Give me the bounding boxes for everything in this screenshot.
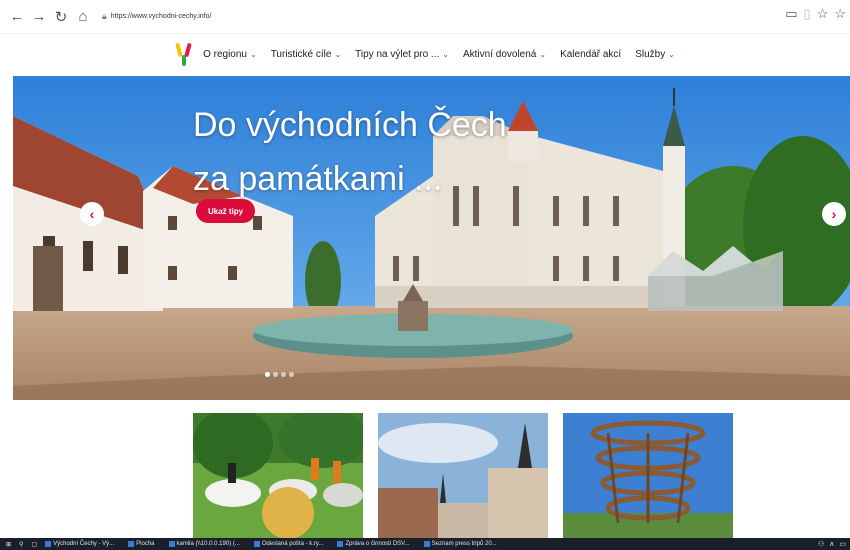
search-icon[interactable]: ⚲: [19, 541, 23, 548]
taskbar-item[interactable]: kamila (\\10.0.0.190) (...: [168, 541, 240, 547]
slider-dot[interactable]: [281, 372, 286, 377]
os-taskbar: ⊞ ⚲ ▢ Východní Čechy - Vý... Plocha kamila…: [0, 538, 850, 550]
home-button[interactable]: ⌂: [72, 6, 94, 28]
hero-slider: Do východních Čech za památkami ... Ukaž…: [13, 76, 850, 400]
refresh-icon: ↻: [54, 8, 68, 26]
arrow-left-icon: ←: [9, 8, 25, 25]
site-logo[interactable]: [175, 41, 193, 67]
app-icon: [168, 541, 175, 547]
nav-item-3[interactable]: Aktivní dovolená ⌄: [463, 49, 546, 60]
hero-title-line2: za památkami ...: [193, 160, 443, 198]
app-icon: [337, 541, 344, 547]
taskbar-item-label: kamila (\\10.0.0.190) (...: [176, 541, 240, 547]
back-button[interactable]: ←: [6, 6, 28, 28]
taskbar-item-label: Odeslaná pošta - k.ry...: [261, 541, 324, 547]
app-icon: [253, 541, 260, 547]
taskbar-item[interactable]: Plocha: [128, 541, 155, 547]
split-view-icon[interactable]: ▯: [804, 6, 811, 22]
taskbar-item[interactable]: Seznam press tripů 20...: [423, 541, 497, 547]
refresh-button[interactable]: ↻: [50, 6, 72, 28]
nav-item-label: Tipy na výlet pro ...: [355, 48, 440, 60]
site-navigation: O regionu ⌄ Turistické cíle ⌄ Tipy na výlet …: [0, 34, 850, 74]
taskbar-item[interactable]: Východní Čechy - Vý...: [45, 541, 114, 547]
taskbar-item[interactable]: Zpráva o činnosti DSV...: [337, 541, 410, 547]
reading-view-icon[interactable]: ▭: [785, 6, 797, 22]
slider-dot[interactable]: [265, 372, 270, 377]
address-bar[interactable]: 🔒︎ https://www.vychodni-cechy.info/: [102, 11, 211, 22]
nav-item-label: Aktivní dovolená: [462, 48, 537, 60]
taskbar-item-label: Zpráva o činnosti DSV...: [345, 541, 410, 547]
forward-button[interactable]: →: [28, 6, 50, 28]
notifications-icon[interactable]: ▭: [839, 540, 846, 548]
app-icon: [423, 541, 430, 547]
lock-icon: 🔒︎: [102, 11, 107, 21]
hero-title: Do východních Čech za památkami ...: [193, 98, 507, 206]
taskbar-item-label: Seznam press tripů 20...: [431, 541, 497, 547]
show-tips-button[interactable]: Ukaž tipy: [196, 199, 256, 223]
task-view-icon[interactable]: ▢: [31, 541, 37, 548]
tile-town[interactable]: [378, 413, 548, 538]
slider-dot[interactable]: [289, 372, 294, 377]
chevron-down-icon: ⌄: [539, 49, 547, 59]
nav-item-4[interactable]: Kalendář akcí: [560, 49, 621, 60]
windows-start-icon[interactable]: ⊞: [6, 541, 11, 548]
nav-item-label: Turistické cíle: [270, 48, 332, 60]
tile-lookout-tower[interactable]: [563, 413, 733, 538]
chevron-down-icon: ⌄: [249, 49, 257, 59]
taskbar-item[interactable]: Odeslaná pošta - k.ry...: [253, 541, 324, 547]
favorites-bar-icon[interactable]: ☆: [834, 6, 846, 22]
person-icon[interactable]: ⚇: [818, 540, 824, 548]
taskbar-item-label: Východní Čechy - Vý...: [53, 541, 115, 547]
nav-item-label: Služby: [635, 48, 666, 60]
nav-item-5[interactable]: Služby ⌄: [635, 49, 675, 60]
app-icon: [45, 541, 52, 547]
star-icon[interactable]: ☆: [817, 6, 829, 22]
browser-toolbar: ← → ↻ ⌂ 🔒︎ https://www.vychodni-cechy.in…: [0, 0, 850, 34]
arrow-right-icon: →: [31, 8, 47, 25]
tray-up-icon[interactable]: ∧: [829, 540, 834, 548]
chevron-right-icon: ›: [831, 206, 837, 222]
chevron-down-icon: ⌄: [442, 49, 449, 59]
taskbar-items: Východní Čechy - Vý... Plocha kamila (\\10…: [45, 541, 511, 547]
nav-item-0[interactable]: O regionu ⌄: [203, 49, 257, 60]
tile-horses[interactable]: [193, 413, 363, 538]
nav-item-label: Kalendář akcí: [560, 48, 622, 60]
horses-image: [193, 413, 363, 538]
hero-title-line1: Do východních Čech: [193, 106, 507, 144]
chevron-left-icon: ‹: [89, 206, 95, 222]
url-text: https://www.vychodni-cechy.info/: [110, 13, 212, 20]
main-menu: O regionu ⌄ Turistické cíle ⌄ Tipy na výlet …: [203, 49, 675, 60]
system-tray: ⚇ ∧ ▭: [818, 538, 846, 550]
nav-item-1[interactable]: Turistické cíle ⌄: [271, 49, 341, 60]
app-icon: [128, 541, 135, 547]
lookout-tower-image: [563, 413, 733, 538]
nav-item-2[interactable]: Tipy na výlet pro ... ⌄: [355, 49, 449, 60]
home-icon: ⌂: [78, 8, 88, 25]
chevron-down-icon: ⌄: [668, 49, 675, 59]
chevron-down-icon: ⌄: [334, 49, 342, 59]
taskbar-item-label: Plocha: [136, 541, 155, 547]
nav-item-label: O regionu: [203, 48, 247, 60]
town-image: [378, 413, 548, 538]
slider-dots: [265, 372, 294, 377]
slider-next-button[interactable]: ›: [822, 202, 846, 226]
slider-dot[interactable]: [273, 372, 278, 377]
slider-prev-button[interactable]: ‹: [80, 202, 104, 226]
